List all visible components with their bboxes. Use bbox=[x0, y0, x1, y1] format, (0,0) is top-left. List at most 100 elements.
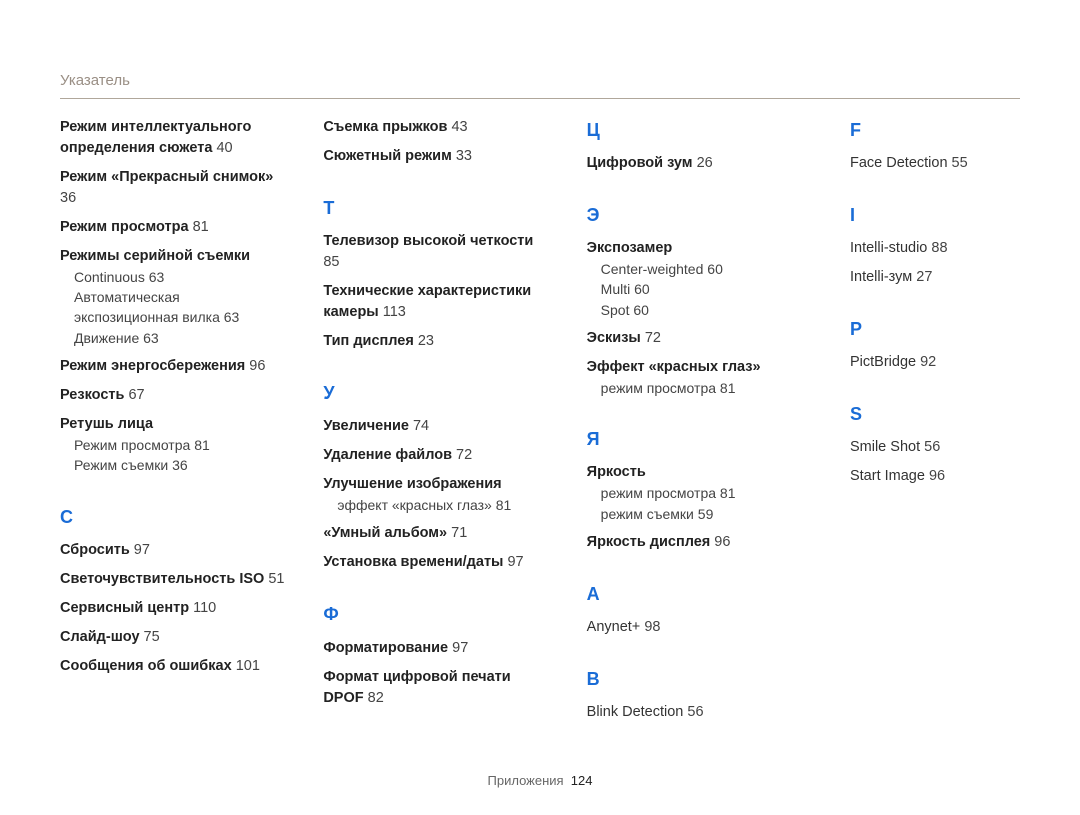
entry: Face Detection 55 bbox=[850, 153, 1020, 174]
subentry: эффект «красных глаз» 81 bbox=[337, 495, 550, 515]
entry: Режим просмотра 81 bbox=[60, 217, 287, 238]
sub-label: Режим просмотра bbox=[74, 437, 190, 453]
entry-page: 56 bbox=[687, 704, 703, 720]
sub-page: 81 bbox=[496, 497, 512, 513]
entry-title: Режим энергосбережения bbox=[60, 358, 245, 374]
entry-title: Эффект «красных глаз» bbox=[587, 357, 814, 378]
entry-page: 43 bbox=[451, 119, 467, 135]
letter-heading: S bbox=[850, 401, 1020, 427]
entry: Сообщения об ошибках 101 bbox=[60, 656, 287, 677]
entry-page: 98 bbox=[644, 619, 660, 635]
entry-title: Улучшение изображения bbox=[323, 474, 550, 495]
entry: Светочувствительность ISO 51 bbox=[60, 569, 287, 590]
entry-page: 72 bbox=[456, 447, 472, 463]
entry: Режим интеллектуального определения сюже… bbox=[60, 117, 287, 159]
sub-page: 59 bbox=[698, 506, 714, 522]
entry: Режим энергосбережения 96 bbox=[60, 356, 287, 377]
entry: Яркость дисплея 96 bbox=[587, 532, 814, 553]
entry-title: Режим «Прекрасный снимок» bbox=[60, 169, 273, 185]
letter-heading: Я bbox=[587, 426, 814, 452]
entry-page: 67 bbox=[128, 387, 144, 403]
entry-page: 92 bbox=[920, 354, 936, 370]
entry-page: 82 bbox=[368, 690, 384, 706]
entry: Эффект «красных глаз» режим просмотра 81 bbox=[587, 357, 814, 398]
entry: Smile Shot 56 bbox=[850, 437, 1020, 458]
entry-title: Anynet+ bbox=[587, 619, 641, 635]
entry: Ретушь лица Режим просмотра 81 Режим съе… bbox=[60, 414, 287, 476]
entry-page: 81 bbox=[193, 219, 209, 235]
entry-page: 51 bbox=[268, 571, 284, 587]
sub-label: Multi bbox=[601, 281, 631, 297]
entry-page: 40 bbox=[216, 140, 232, 156]
entry-title: Intelli-studio bbox=[850, 240, 927, 256]
entry-page: 26 bbox=[697, 155, 713, 171]
entry-title: Форматирование bbox=[323, 640, 448, 656]
entry: Режимы серийной съемки Continuous 63 Авт… bbox=[60, 246, 287, 348]
letter-heading: Т bbox=[323, 195, 550, 221]
subentry: Движение 63 bbox=[74, 328, 287, 348]
entry-title: Сервисный центр bbox=[60, 600, 189, 616]
entry-page: 27 bbox=[916, 269, 932, 285]
entry: Удаление файлов 72 bbox=[323, 445, 550, 466]
entry-title: Эскизы bbox=[587, 330, 641, 346]
entry: PictBridge 92 bbox=[850, 352, 1020, 373]
entry-page: 110 bbox=[193, 600, 216, 616]
sub-page: 63 bbox=[149, 269, 165, 285]
sub-label: Автоматическая экспозиционная вилка bbox=[74, 289, 220, 325]
footer: Приложения 124 bbox=[0, 772, 1080, 791]
column-1: Режим интеллектуального определения сюже… bbox=[60, 117, 287, 731]
entry: Сбросить 97 bbox=[60, 540, 287, 561]
subentry: Режим съемки 36 bbox=[74, 455, 287, 475]
entry-title: Съемка прыжков bbox=[323, 119, 447, 135]
entry-title: Экспозамер bbox=[587, 238, 814, 259]
sub-page: 36 bbox=[172, 457, 188, 473]
sub-page: 63 bbox=[224, 309, 240, 325]
entry-title: Smile Shot bbox=[850, 439, 920, 455]
entry: Форматирование 97 bbox=[323, 638, 550, 659]
sub-page: 60 bbox=[707, 261, 723, 277]
footer-label: Приложения bbox=[488, 773, 564, 788]
column-2: Съемка прыжков 43 Сюжетный режим 33 Т Те… bbox=[323, 117, 550, 731]
entry-page: 72 bbox=[645, 330, 661, 346]
entry: Сервисный центр 110 bbox=[60, 598, 287, 619]
entry-page: 75 bbox=[144, 629, 160, 645]
letter-heading: Э bbox=[587, 202, 814, 228]
sub-page: 63 bbox=[143, 330, 159, 346]
letter-heading: Ц bbox=[587, 117, 814, 143]
entry: Слайд-шоу 75 bbox=[60, 627, 287, 648]
subentry: Center-weighted 60 bbox=[601, 259, 814, 279]
entry-page: 101 bbox=[236, 658, 260, 674]
entry-page: 85 bbox=[323, 254, 339, 270]
entry-title: Сбросить bbox=[60, 542, 130, 558]
entry: Эскизы 72 bbox=[587, 328, 814, 349]
sub-label: эффект «красных глаз» bbox=[337, 497, 492, 513]
letter-heading: У bbox=[323, 380, 550, 406]
entry-page: 97 bbox=[134, 542, 150, 558]
sub-label: режим просмотра bbox=[601, 485, 716, 501]
sub-label: Spot bbox=[601, 302, 630, 318]
columns: Режим интеллектуального определения сюже… bbox=[60, 117, 1020, 731]
subentry: Continuous 63 bbox=[74, 267, 287, 287]
entry: Intelli-studio 88 bbox=[850, 238, 1020, 259]
entry-title: Режим просмотра bbox=[60, 219, 189, 235]
entry: Intelli-зум 27 bbox=[850, 267, 1020, 288]
subentry: Spot 60 bbox=[601, 300, 814, 320]
entry: Улучшение изображения эффект «красных гл… bbox=[323, 474, 550, 515]
entry: Яркость режим просмотра 81 режим съемки … bbox=[587, 462, 814, 524]
entry-title: Тип дисплея bbox=[323, 333, 414, 349]
entry-page: 96 bbox=[929, 468, 945, 484]
sub-label: Continuous bbox=[74, 269, 145, 285]
letter-heading: P bbox=[850, 316, 1020, 342]
entry-page: 88 bbox=[931, 240, 947, 256]
entry-page: 97 bbox=[452, 640, 468, 656]
letter-heading: F bbox=[850, 117, 1020, 143]
entry-title: Формат цифровой печати DPOF bbox=[323, 669, 510, 706]
subentry: Автоматическая экспозиционная вилка 63 bbox=[74, 287, 287, 328]
letter-heading: B bbox=[587, 666, 814, 692]
entry-title: Увеличение bbox=[323, 418, 409, 434]
subentry: Multi 60 bbox=[601, 279, 814, 299]
sub-label: режим просмотра bbox=[601, 380, 716, 396]
entry-page: 96 bbox=[714, 534, 730, 550]
entry: Anynet+ 98 bbox=[587, 617, 814, 638]
letter-heading: A bbox=[587, 581, 814, 607]
